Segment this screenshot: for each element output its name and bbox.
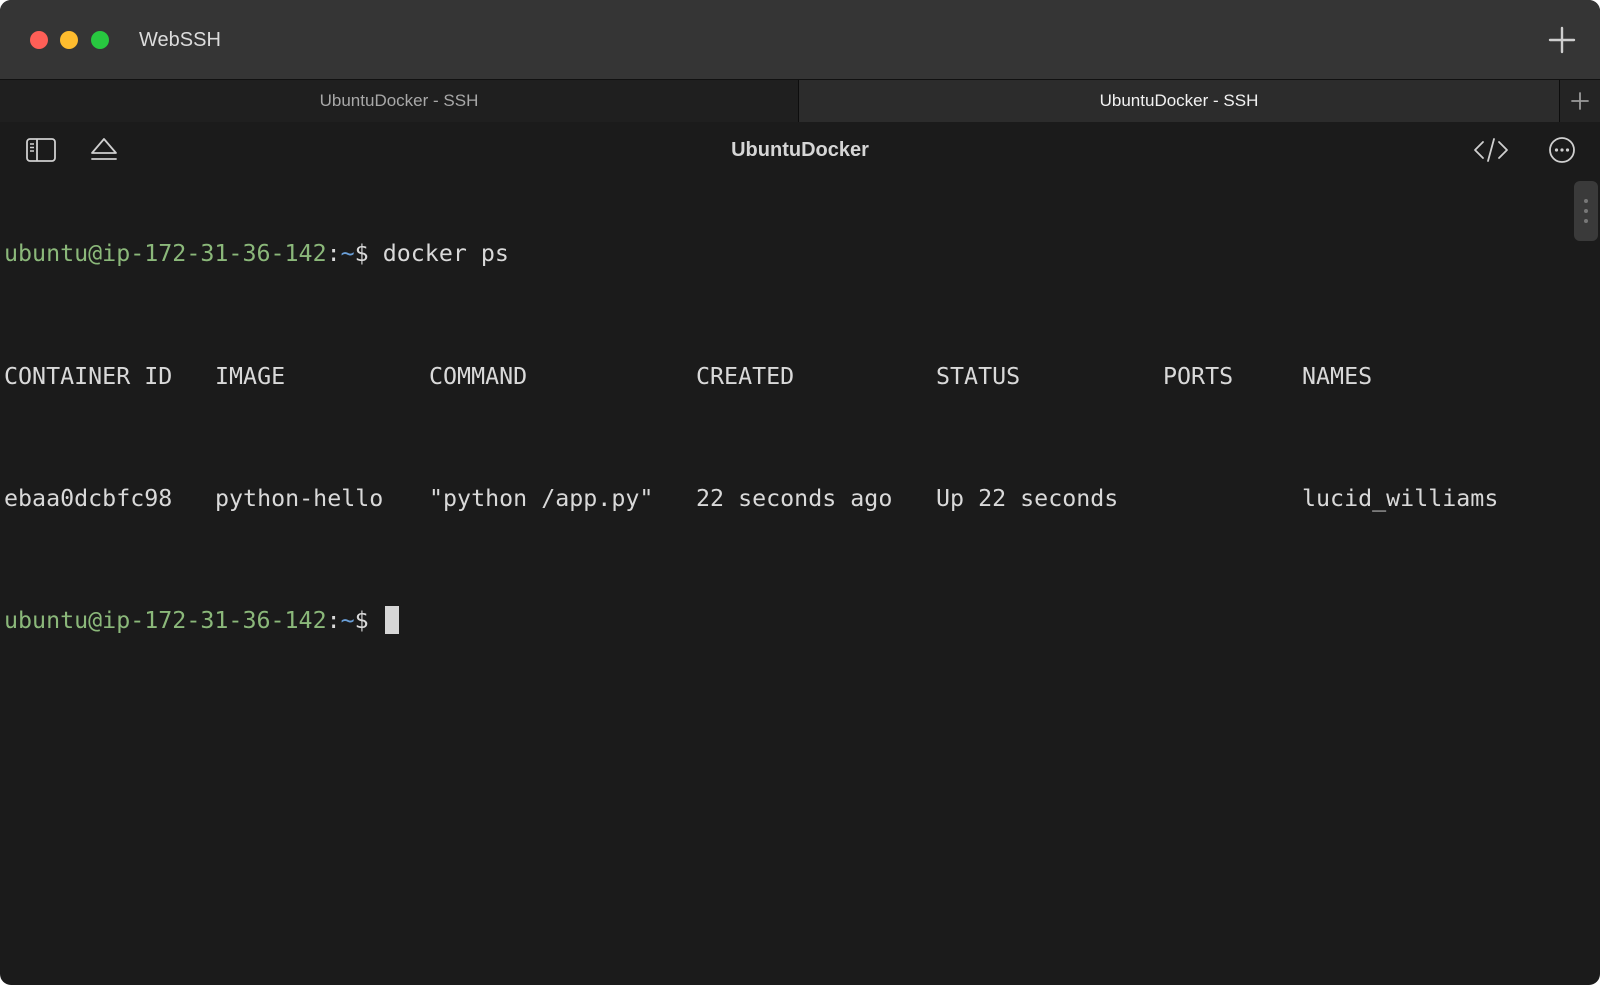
cell-names: lucid_williams: [1302, 484, 1499, 512]
header-command: COMMAND: [429, 362, 528, 390]
more-options-button[interactable]: [1546, 134, 1578, 166]
snippets-button[interactable]: [1473, 134, 1508, 166]
cell-status: Up 22 seconds: [936, 484, 1119, 512]
toggle-sidebar-button[interactable]: [25, 134, 57, 166]
new-session-button[interactable]: [1544, 22, 1580, 58]
app-title: WebSSH: [139, 29, 221, 51]
scroll-grip-dot: [1584, 209, 1588, 213]
header-status: STATUS: [936, 362, 1021, 390]
plus-icon: [1548, 26, 1576, 54]
terminal-output[interactable]: ubuntu@ip-172-31-36-142:~$ docker ps CON…: [4, 178, 1564, 978]
terminal-scrollbar[interactable]: [1574, 181, 1598, 241]
table-header-row: CONTAINER ID IMAGE COMMAND CREATED STATU…: [4, 362, 1564, 393]
minimize-window-button[interactable]: [60, 31, 78, 49]
header-created: CREATED: [696, 362, 795, 390]
header-ports: PORTS: [1163, 362, 1234, 390]
prompt-colon: :: [326, 607, 341, 635]
eject-icon: [91, 138, 117, 160]
cell-created: 22 seconds ago: [696, 484, 893, 512]
tab-bar: UbuntuDocker - SSH UbuntuDocker - SSH: [0, 80, 1600, 122]
terminal-cursor: [384, 606, 399, 635]
prompt-dollar: $: [354, 607, 369, 635]
cell-command: "python /app.py": [429, 484, 654, 512]
title-bar: WebSSH: [0, 0, 1600, 80]
header-names: NAMES: [1302, 362, 1373, 390]
cell-container-id: ebaa0dcbfc98: [4, 484, 173, 512]
prompt-path: ~: [340, 240, 355, 268]
prompt-user: ubuntu@ip-172-31-36-142: [4, 240, 327, 268]
typed-command: docker ps: [368, 240, 509, 268]
prompt-colon: :: [326, 240, 341, 268]
table-row: ebaa0dcbfc98 python-hello "python /app.p…: [4, 484, 1564, 515]
close-window-button[interactable]: [30, 31, 48, 49]
plus-icon: [1571, 92, 1589, 110]
code-icon: [1474, 138, 1508, 162]
cell-image: python-hello: [215, 484, 384, 512]
webssh-window: WebSSH UbuntuDocker - SSH UbuntuDocker -…: [0, 0, 1600, 985]
terminal-prompt-line: ubuntu@ip-172-31-36-142:~$: [4, 606, 1564, 637]
tab-ubuntudocker-ssh-1[interactable]: UbuntuDocker - SSH: [0, 80, 799, 122]
more-icon: [1549, 137, 1575, 163]
header-image: IMAGE: [215, 362, 286, 390]
session-toolbar: UbuntuDocker: [0, 122, 1600, 178]
terminal-command-line: ubuntu@ip-172-31-36-142:~$ docker ps: [4, 239, 1564, 270]
session-title: UbuntuDocker: [731, 139, 869, 161]
disconnect-button[interactable]: [88, 134, 120, 166]
new-tab-button[interactable]: [1559, 80, 1600, 122]
prompt-user: ubuntu@ip-172-31-36-142: [4, 607, 327, 635]
scroll-grip-dot: [1584, 199, 1588, 203]
prompt-dollar: $: [354, 240, 369, 268]
zoom-window-button[interactable]: [91, 31, 109, 49]
prompt-path: ~: [340, 607, 355, 635]
sidebar-icon: [26, 138, 56, 162]
scroll-grip-dot: [1584, 219, 1588, 223]
tab-ubuntudocker-ssh-2[interactable]: UbuntuDocker - SSH: [799, 80, 1559, 122]
header-container-id: CONTAINER ID: [4, 362, 173, 390]
